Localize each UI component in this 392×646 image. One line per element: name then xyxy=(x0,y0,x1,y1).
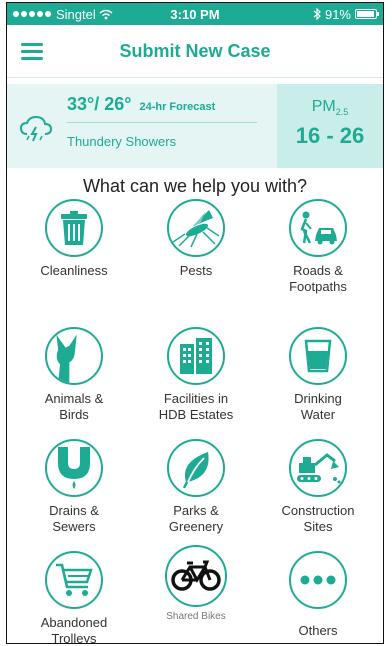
trash-bin-icon xyxy=(61,211,87,245)
weather-panel[interactable]: 33°/ 26° 24-hr Forecast Thundery Showers… xyxy=(7,84,383,168)
category-shared-bikes[interactable]: Shared Bikes xyxy=(141,545,251,625)
dog-icon xyxy=(56,334,77,383)
bluetooth-icon xyxy=(313,8,321,20)
buildings-icon xyxy=(180,338,212,374)
category-label: Parks & Greenery xyxy=(168,503,224,534)
weather-condition: Thundery Showers xyxy=(67,134,177,149)
bicycle-icon xyxy=(171,560,221,591)
signal-dots-icon xyxy=(13,11,51,17)
temperature: 33°/ 26° xyxy=(67,94,132,114)
drain-pipe-icon xyxy=(58,447,90,489)
thunder-cloud-icon xyxy=(19,115,53,142)
page-title: Submit New Case xyxy=(119,40,271,61)
wifi-icon xyxy=(99,9,113,19)
category-others[interactable]: Others xyxy=(263,551,373,639)
more-dots-icon xyxy=(300,575,336,585)
pm25-panel[interactable]: PM2.5 16 - 26 xyxy=(277,84,383,168)
category-drains-sewers[interactable]: Drains & Sewers xyxy=(19,439,129,535)
water-glass-icon xyxy=(304,339,332,373)
hamburger-icon[interactable] xyxy=(21,43,43,60)
category-label: Shared Bikes xyxy=(166,611,226,622)
category-label: Drinking Water xyxy=(294,391,342,422)
app-frame: Singtel 3:10 PM 91% Submit New Case 33°/… xyxy=(6,2,384,644)
category-cleanliness[interactable]: Cleanliness xyxy=(19,199,129,279)
category-label: Others xyxy=(298,623,338,638)
category-label: Pests xyxy=(179,263,213,278)
weather-forecast[interactable]: 33°/ 26° 24-hr Forecast Thundery Showers xyxy=(7,84,277,168)
battery-percent: 91% xyxy=(324,6,351,22)
category-label: Construction Sites xyxy=(281,503,355,534)
weather-divider xyxy=(67,122,257,123)
category-facilities-hdb[interactable]: Facilities in HDB Estates xyxy=(141,327,251,423)
mosquito-icon xyxy=(172,210,220,248)
excavator-icon xyxy=(297,453,341,484)
category-label: Animals & Birds xyxy=(44,391,104,422)
category-label: Roads & Footpaths xyxy=(289,263,347,294)
pm25-label: PM2.5 xyxy=(311,98,349,118)
shopping-cart-icon xyxy=(56,563,93,596)
leaf-icon xyxy=(182,452,209,488)
category-roads-footpaths[interactable]: Roads & Footpaths xyxy=(263,199,373,295)
category-abandoned-trolleys[interactable]: Abandoned Trolleys xyxy=(19,551,129,644)
category-drinking-water[interactable]: Drinking Water xyxy=(263,327,373,423)
pedestrian-car-icon xyxy=(300,211,337,245)
category-pests[interactable]: Pests xyxy=(141,199,251,279)
carrier-name: Singtel xyxy=(56,6,96,22)
category-parks-greenery[interactable]: Parks & Greenery xyxy=(141,439,251,535)
app-header: Submit New Case xyxy=(7,25,383,78)
forecast-label: 24-hr Forecast xyxy=(139,101,216,113)
status-bar: Singtel 3:10 PM 91% xyxy=(7,3,383,25)
category-label: Facilities in HDB Estates xyxy=(158,391,234,422)
category-construction-sites[interactable]: Construction Sites xyxy=(263,439,373,535)
battery-icon xyxy=(355,9,379,19)
category-label: Abandoned Trolleys xyxy=(40,615,108,644)
category-animals-birds[interactable]: Animals & Birds xyxy=(19,327,129,423)
category-label: Drains & Sewers xyxy=(49,503,99,534)
category-label: Cleanliness xyxy=(40,263,108,278)
pm25-value: 16 - 26 xyxy=(295,123,365,149)
